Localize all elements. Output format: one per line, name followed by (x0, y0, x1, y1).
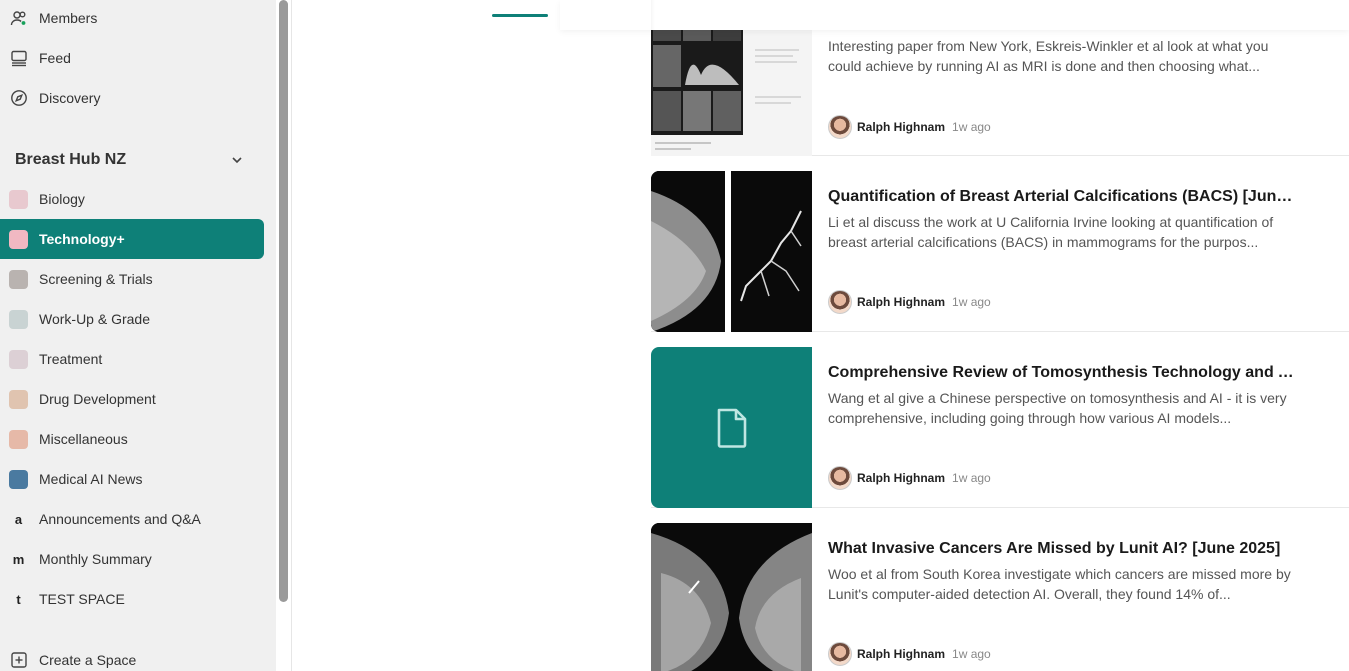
sidebar-item-announcements[interactable]: a Announcements and Q&A (0, 499, 264, 539)
post-card[interactable]: What Invasive Cancers Are Missed by Luni… (651, 523, 1349, 671)
sidebar-item-discovery[interactable]: Discovery (0, 78, 264, 118)
space-letter-badge: m (12, 551, 25, 567)
sidebar-item-test-space[interactable]: t TEST SPACE (0, 579, 264, 619)
space-thumbnail (9, 389, 28, 409)
space-group-title: Breast Hub NZ (15, 151, 127, 168)
post-excerpt: Wang et al give a Chinese perspective on… (828, 390, 1287, 426)
post-time: 1w ago (952, 295, 991, 309)
post-meta: Ralph Highnam 1w ago (828, 290, 991, 314)
sidebar-item-technology[interactable]: Technology+ (0, 219, 264, 259)
compass-icon (10, 89, 28, 107)
create-space-label: Create a Space (39, 652, 137, 668)
sidebar-item-drug-development[interactable]: Drug Development (0, 379, 264, 419)
sidebar-item-label: Biology (39, 191, 85, 207)
sidebar-item-label: Drug Development (39, 391, 156, 407)
chevron-down-icon[interactable] (230, 153, 244, 167)
post-thumbnail[interactable] (651, 523, 812, 671)
space-thumbnail (9, 349, 28, 369)
sidebar-item-monthly-summary[interactable]: m Monthly Summary (0, 539, 264, 579)
sidebar-item-members[interactable]: Members (0, 0, 264, 38)
post-excerpt: Interesting paper from New York, Eskreis… (828, 38, 1269, 74)
active-tab-indicator (492, 14, 548, 17)
space-thumbnail (9, 469, 28, 489)
sidebar-item-label: Screening & Trials (39, 271, 153, 287)
feed-icon (10, 49, 28, 67)
header-fade (560, 0, 1349, 30)
post-body: Quantification of Breast Arterial Calcif… (828, 187, 1298, 252)
post-author[interactable]: Ralph Highnam (857, 647, 945, 661)
post-thumbnail[interactable] (651, 171, 812, 332)
sidebar-item-label: Discovery (39, 90, 101, 106)
sidebar-item-miscellaneous[interactable]: Miscellaneous (0, 419, 264, 459)
sidebar: Members Feed Discovery Breast Hub NZ Bio… (0, 0, 276, 671)
space-letter-badge: t (16, 591, 21, 607)
sidebar-item-screening-trials[interactable]: Screening & Trials (0, 259, 264, 299)
post-card[interactable]: Comprehensive Review of Tomosynthesis Te… (651, 347, 1349, 508)
sidebar-item-label: Monthly Summary (39, 551, 152, 567)
sidebar-item-label: Work-Up & Grade (39, 311, 150, 327)
sidebar-item-label: Technology+ (39, 231, 125, 247)
space-thumbnail (9, 309, 28, 329)
space-thumbnail (9, 269, 28, 289)
space-group-header[interactable]: Breast Hub NZ (15, 148, 250, 172)
post-body: What Invasive Cancers Are Missed by Luni… (828, 539, 1298, 604)
space-letter-badge: a (14, 511, 23, 527)
post-excerpt: Woo et al from South Korea investigate w… (828, 566, 1291, 602)
sidebar-item-label: Miscellaneous (39, 431, 128, 447)
sidebar-item-label: TEST SPACE (39, 591, 125, 607)
sidebar-item-medical-ai-news[interactable]: Medical AI News (0, 459, 264, 499)
sidebar-item-label: Medical AI News (39, 471, 143, 487)
sidebar-item-label: Treatment (39, 351, 103, 367)
plus-square-icon (10, 651, 28, 669)
sidebar-item-work-up-grade[interactable]: Work-Up & Grade (0, 299, 264, 339)
post-title[interactable]: What Invasive Cancers Are Missed by Luni… (828, 539, 1298, 559)
sidebar-item-biology[interactable]: Biology (0, 179, 264, 219)
post-time: 1w ago (952, 471, 991, 485)
avatar[interactable] (828, 466, 852, 490)
members-icon (10, 9, 28, 27)
sidebar-item-feed[interactable]: Feed (0, 38, 264, 78)
sidebar-item-label: Feed (39, 50, 71, 66)
post-author[interactable]: Ralph Highnam (857, 471, 945, 485)
post-body: Comprehensive Review of Tomosynthesis Te… (828, 363, 1298, 428)
space-thumbnail (9, 229, 28, 249)
sidebar-item-label: Announcements and Q&A (39, 511, 201, 527)
post-author[interactable]: Ralph Highnam (857, 295, 945, 309)
post-card[interactable]: Quantification of Breast Arterial Calcif… (651, 171, 1349, 332)
post-title[interactable]: Comprehensive Review of Tomosynthesis Te… (828, 363, 1298, 383)
post-thumbnail[interactable] (651, 347, 812, 508)
sidebar-item-treatment[interactable]: Treatment (0, 339, 264, 379)
post-meta: Ralph Highnam 1w ago (828, 642, 991, 666)
avatar[interactable] (828, 290, 852, 314)
post-meta: Ralph Highnam 1w ago (828, 466, 991, 490)
post-time: 1w ago (952, 647, 991, 661)
post-meta: Ralph Highnam 1w ago (828, 115, 991, 139)
sidebar-scrollbar-thumb[interactable] (279, 0, 288, 602)
post-title[interactable]: Quantification of Breast Arterial Calcif… (828, 187, 1298, 207)
post-time: 1w ago (952, 120, 991, 134)
avatar[interactable] (828, 115, 852, 139)
post-author[interactable]: Ralph Highnam (857, 120, 945, 134)
space-thumbnail (9, 429, 28, 449)
post-excerpt: Li et al discuss the work at U Californi… (828, 214, 1274, 250)
avatar[interactable] (828, 642, 852, 666)
space-thumbnail (9, 189, 28, 209)
sidebar-item-label: Members (39, 10, 98, 26)
create-space-button[interactable]: Create a Space (0, 640, 264, 671)
document-icon (717, 408, 746, 448)
